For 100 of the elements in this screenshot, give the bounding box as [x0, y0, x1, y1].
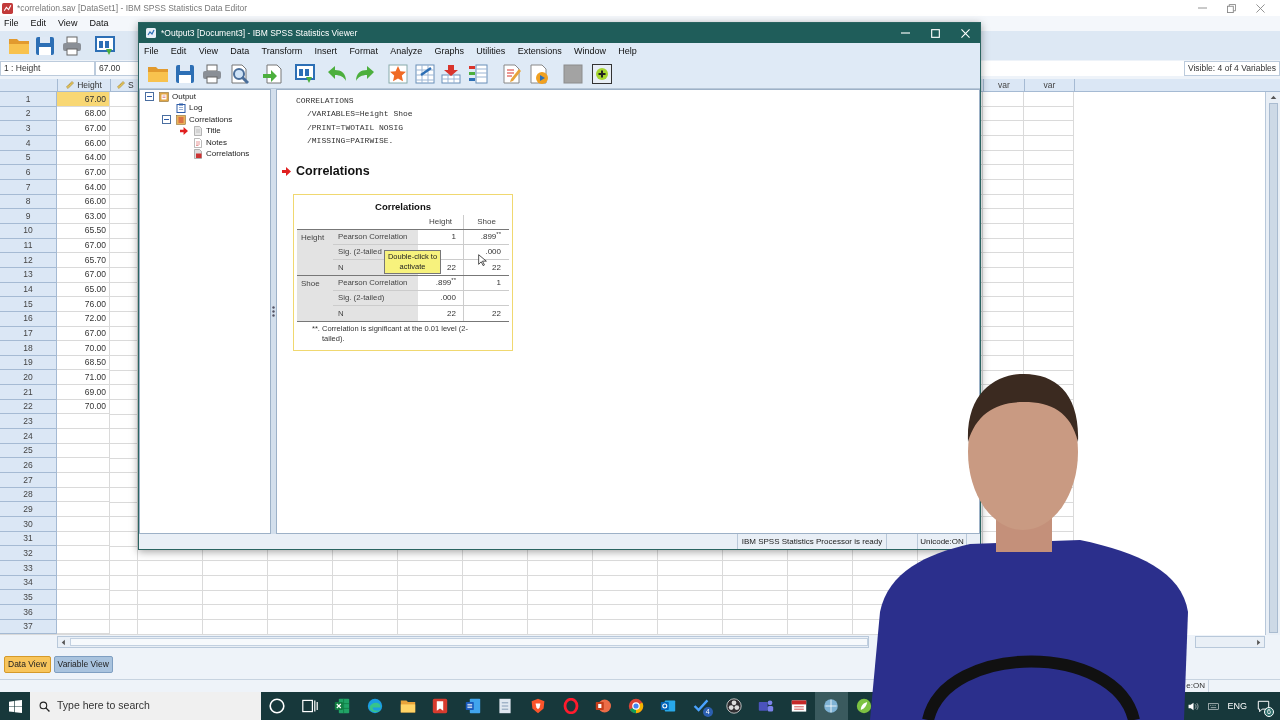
menu-item[interactable]: Graphs: [434, 46, 465, 56]
document-play-icon[interactable]: [529, 63, 549, 84]
table-cell[interactable]: [57, 458, 110, 474]
print-icon[interactable]: [62, 35, 82, 56]
task-view-icon[interactable]: [301, 698, 318, 714]
leaf-icon[interactable]: [856, 698, 872, 714]
scrollbar-thumb[interactable]: [70, 638, 868, 646]
menu-item[interactable]: Extensions: [517, 46, 562, 56]
print-preview-icon[interactable]: [229, 63, 249, 84]
start-icon[interactable]: [8, 699, 22, 713]
bookmark-icon[interactable]: [432, 698, 449, 714]
row-header[interactable]: 6: [0, 165, 57, 180]
menu-item[interactable]: Transform: [261, 46, 303, 56]
close-icon[interactable]: [1256, 3, 1265, 13]
tree-item[interactable]: Output: [172, 92, 196, 101]
menu-item[interactable]: Insert: [314, 46, 338, 56]
menu-item[interactable]: View: [58, 19, 78, 28]
menu-item[interactable]: Analyze: [390, 46, 423, 56]
checkmark-icon[interactable]: [693, 698, 709, 714]
menu-item[interactable]: Window: [573, 46, 606, 56]
insert-arrow-icon[interactable]: [441, 63, 461, 84]
list-icon[interactable]: [468, 63, 488, 84]
menu-item[interactable]: File: [4, 19, 19, 28]
table-cell[interactable]: 67.00: [57, 92, 110, 107]
column-header[interactable]: var: [983, 79, 1024, 91]
scroll-right-icon[interactable]: [1255, 638, 1262, 646]
scroll-up-icon[interactable]: [1269, 94, 1277, 101]
row-header[interactable]: 15: [0, 297, 57, 312]
mixer-icon[interactable]: [790, 698, 807, 714]
slides-icon[interactable]: [595, 698, 612, 714]
speaker-icon[interactable]: [1188, 700, 1200, 712]
table-cell[interactable]: [57, 546, 110, 561]
menu-item[interactable]: View: [198, 46, 218, 56]
browser-icon[interactable]: [627, 698, 644, 714]
print-icon[interactable]: [202, 63, 222, 84]
taskbar-button[interactable]: [815, 692, 848, 720]
restore-icon[interactable]: [1227, 3, 1236, 13]
search-box[interactable]: Type here to search: [30, 692, 261, 720]
minus-box-icon[interactable]: [145, 92, 154, 102]
tree-item[interactable]: Title: [206, 127, 221, 136]
scroll-left-icon[interactable]: [60, 638, 67, 646]
browser-icon[interactable]: [367, 698, 384, 714]
row-header[interactable]: 33: [0, 561, 57, 576]
dialog-icon[interactable]: [295, 63, 315, 84]
circle-icon[interactable]: [269, 698, 286, 714]
aperture-icon[interactable]: [725, 698, 742, 714]
minus-box-icon[interactable]: [162, 115, 171, 125]
folder-icon[interactable]: [399, 698, 416, 714]
table-cell[interactable]: [57, 590, 110, 605]
row-header[interactable]: 35: [0, 590, 57, 605]
menu-item[interactable]: Utilities: [476, 46, 506, 56]
table-cell[interactable]: [57, 502, 110, 518]
row-header[interactable]: 29: [0, 502, 57, 518]
menu-item[interactable]: Edit: [30, 19, 47, 28]
menu-item[interactable]: Format: [349, 46, 378, 56]
menu-item[interactable]: Help: [618, 46, 637, 56]
document-icon[interactable]: [464, 698, 481, 714]
grip-icon[interactable]: [272, 306, 275, 317]
horizontal-scrollbar[interactable]: [1195, 636, 1265, 648]
row-header[interactable]: 18: [0, 341, 57, 356]
shield-icon[interactable]: [530, 698, 547, 714]
menu-item[interactable]: Data: [89, 19, 109, 28]
tree-item[interactable]: Log: [189, 104, 203, 113]
menu-item[interactable]: Edit: [170, 46, 187, 56]
table-cell[interactable]: [57, 414, 110, 430]
tree-item[interactable]: Correlations: [206, 150, 250, 159]
row-header[interactable]: 1: [0, 92, 57, 107]
ring-icon[interactable]: [562, 698, 579, 714]
view-tab[interactable]: Data View: [4, 656, 51, 673]
notification-icon[interactable]: [1257, 699, 1270, 713]
tree-item[interactable]: Notes: [206, 138, 227, 147]
save-icon[interactable]: [35, 35, 55, 56]
app-icon[interactable]: [823, 698, 840, 714]
row-header[interactable]: 9: [0, 209, 57, 224]
row-header[interactable]: 32: [0, 546, 57, 561]
row-header[interactable]: 21: [0, 385, 57, 400]
star-icon[interactable]: [388, 63, 408, 84]
notepad-icon[interactable]: [497, 698, 514, 714]
search-field[interactable]: Type here to search: [57, 698, 167, 714]
dialog-icon[interactable]: [95, 35, 115, 56]
row-header[interactable]: 24: [0, 429, 57, 444]
row-header[interactable]: 20: [0, 370, 57, 386]
row-header[interactable]: 12: [0, 253, 57, 268]
table-cell[interactable]: 71.00: [57, 370, 110, 386]
spreadsheet-icon[interactable]: [334, 698, 351, 714]
view-tab[interactable]: Variable View: [53, 656, 113, 673]
column-header[interactable]: Height: [57, 79, 110, 91]
cell-editor-field[interactable]: 67.00: [95, 61, 140, 76]
row-header[interactable]: 26: [0, 458, 57, 474]
row-header[interactable]: 30: [0, 517, 57, 532]
horizontal-scrollbar[interactable]: [57, 636, 869, 648]
save-icon[interactable]: [175, 63, 195, 84]
output-table[interactable]: [293, 194, 513, 352]
row-header[interactable]: 3: [0, 121, 57, 136]
language-indicator[interactable]: ENG: [1227, 701, 1247, 711]
plus-icon[interactable]: [592, 63, 612, 84]
vertical-scrollbar[interactable]: [1265, 92, 1280, 635]
mail-icon[interactable]: [660, 698, 677, 714]
maximize-icon[interactable]: [931, 28, 940, 38]
row-header[interactable]: 27: [0, 473, 57, 488]
